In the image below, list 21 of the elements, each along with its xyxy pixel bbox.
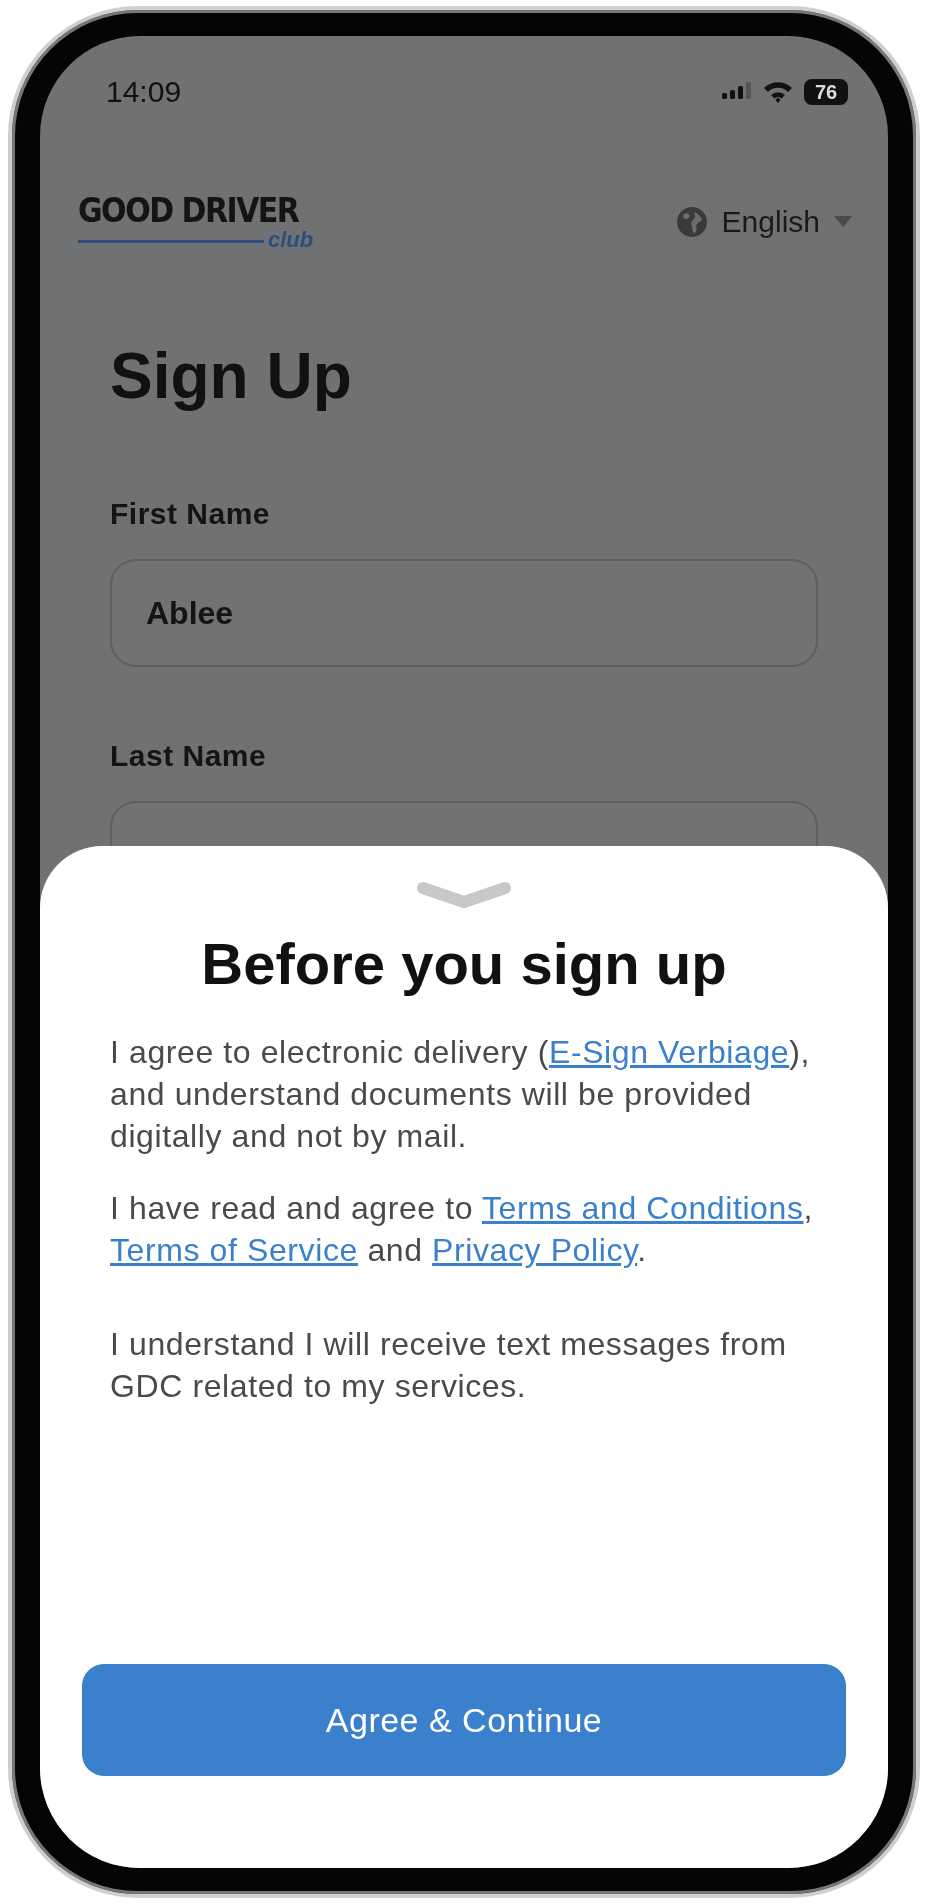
status-time: 14:09 [106,75,182,109]
caret-icon [834,216,852,227]
battery-icon: 76 [804,79,848,105]
field-label: Last Name [110,739,268,773]
logo: GOOD DRIVER club [78,192,314,251]
wifi-icon [762,80,794,104]
consent-text: I agree to electronic delivery (E-Sign Verbiage), and understand documents will be provided digitally and not by mail. [110,1033,811,1156]
globe-icon [675,205,708,238]
field-label: First Name [110,497,272,531]
consent-text: I have read and agree to Terms and Conditions, Terms of Service and Privacy Policy. [110,1189,814,1270]
language-selector[interactable]: English [675,204,852,239]
consent-link[interactable]: E-Sign Verbiage [548,1034,790,1070]
consent-link[interactable]: Privacy Policy [432,1232,638,1268]
page-title: Sign Up [110,339,353,413]
chevron-down-icon[interactable] [417,880,511,908]
consent-text: I understand I will receive text messages from GDC related to my services. [110,1325,788,1406]
text-field[interactable]: Ablee [110,559,818,667]
agree-continue-button[interactable]: Agree & Continue [82,1664,846,1776]
sheet-title: Before you sign up [200,930,728,997]
consent-link[interactable]: Terms and Conditions [482,1190,804,1226]
consent-link[interactable]: Terms of Service [110,1232,358,1268]
